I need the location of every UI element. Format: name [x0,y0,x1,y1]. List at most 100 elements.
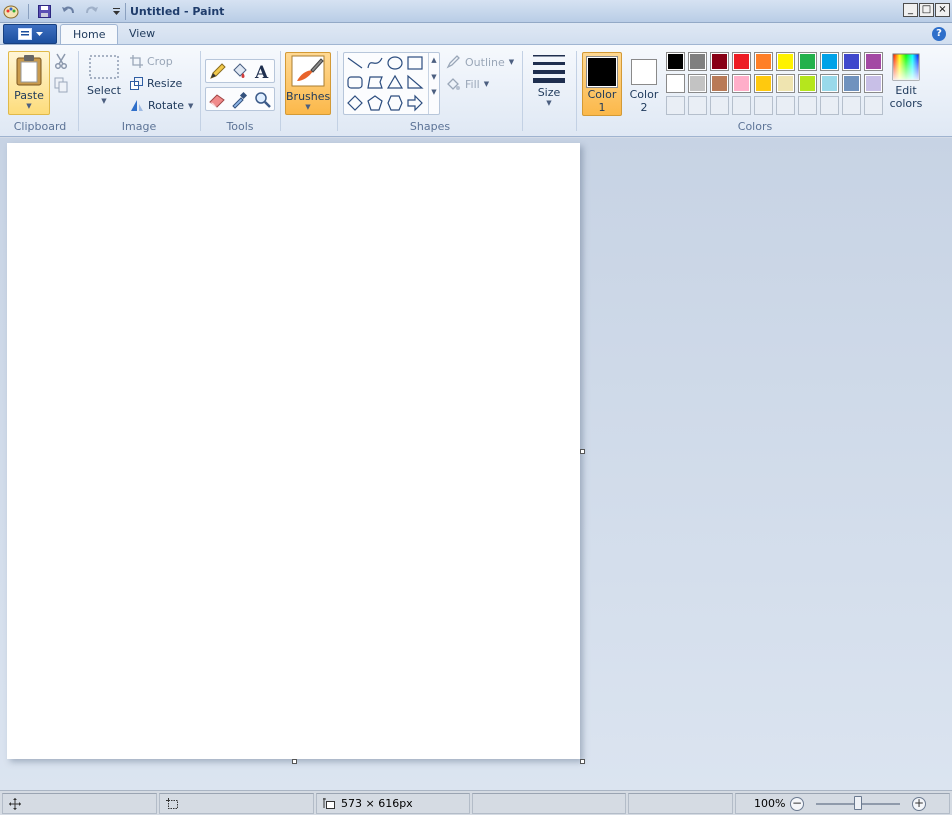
palette-swatch-fill [756,76,771,91]
chevron-down-icon [35,31,43,36]
palette-swatch[interactable] [776,52,795,71]
resize-button[interactable]: Resize [130,77,182,90]
redo-button[interactable] [83,3,101,20]
canvas-resize-handle-corner[interactable] [580,759,585,764]
palette-swatch[interactable] [666,52,685,71]
rotate-button[interactable]: Rotate ▼ [130,99,193,112]
pencil-icon[interactable] [208,62,227,81]
save-button[interactable] [35,3,53,20]
close-button[interactable]: × [935,3,950,17]
palette-swatch[interactable] [710,52,729,71]
custom-color-slot[interactable] [798,96,817,115]
paste-button[interactable]: Paste ▼ [8,51,50,115]
color2-button[interactable]: Color 2 [624,52,664,116]
tools-group: A Tools [202,47,278,135]
size-button[interactable]: Size ▼ [528,53,570,115]
palette-swatch[interactable] [776,74,795,93]
group-separator [522,51,523,131]
select-button[interactable]: Select ▼ [84,53,124,115]
expand-gallery-icon[interactable]: ▼ [429,88,439,96]
curve-shape-icon [367,57,383,69]
rectangle-shape-icon [407,56,423,70]
zoom-slider-thumb[interactable] [854,796,862,810]
cursor-position-cell [2,793,157,814]
custom-color-slot[interactable] [864,96,883,115]
color-picker-icon[interactable] [230,90,249,109]
palette-swatch-fill [800,76,815,91]
palette-swatch[interactable] [820,74,839,93]
group-separator [280,51,281,131]
palette-swatch[interactable] [688,74,707,93]
rotate-label: Rotate [148,99,185,112]
color2-number: 2 [640,101,648,114]
canvas-resize-handle-bottom[interactable] [292,759,297,764]
paint-menu-button[interactable] [3,24,57,44]
line-shape-icon [347,57,363,69]
cut-icon[interactable] [54,53,68,69]
color1-button[interactable]: Color 1 [582,52,622,116]
palette-swatch[interactable] [798,52,817,71]
scroll-down-icon[interactable]: ▼ [429,73,439,81]
palette-swatch[interactable] [710,74,729,93]
palette-swatch[interactable] [754,74,773,93]
zoom-in-button[interactable]: + [912,797,926,811]
palette-swatch-fill [690,76,705,91]
tab-home[interactable]: Home [60,24,119,45]
minimize-button[interactable]: _ [903,3,918,17]
color1-swatch [586,56,618,88]
undo-button[interactable] [59,3,77,20]
palette-swatch[interactable] [666,74,685,93]
palette-swatch[interactable] [732,52,751,71]
paint-app-icon[interactable] [3,3,20,19]
edit-colors-button[interactable]: Edit colors [884,53,928,115]
maximize-button[interactable]: □ [919,3,934,17]
drawing-canvas[interactable] [7,143,580,759]
custom-color-slot[interactable] [754,96,773,115]
magnifier-icon[interactable] [253,90,272,109]
palette-swatch[interactable] [732,74,751,93]
palette-swatch[interactable] [820,52,839,71]
canvas-size-cell: 573 × 616px [316,793,470,814]
size-group: Size ▼ [526,47,572,135]
help-icon[interactable]: ? [932,27,946,41]
copy-icon[interactable] [54,77,68,93]
custom-color-slot[interactable] [776,96,795,115]
hexagon-shape-icon [387,95,403,111]
fill-button[interactable]: Fill ▼ [446,77,489,91]
diamond-shape-icon [347,95,363,111]
text-tool-icon[interactable]: A [253,62,272,81]
palette-swatch-fill [734,54,749,69]
outline-dropdown-icon: ▼ [508,58,515,66]
crop-button[interactable]: Crop [130,55,173,68]
custom-color-slot[interactable] [842,96,861,115]
polygon-shape-icon [367,76,383,89]
tab-view[interactable]: View [117,24,167,45]
zoom-out-button[interactable]: − [790,797,804,811]
fill-bucket-icon[interactable] [230,62,249,81]
tools-group-label: Tools [226,120,254,133]
eraser-icon[interactable] [208,90,227,109]
palette-swatch-fill [778,54,793,69]
canvas-workspace[interactable] [0,138,952,790]
palette-swatch[interactable] [864,74,883,93]
palette-swatch[interactable] [798,74,817,93]
palette-swatch[interactable] [754,52,773,71]
palette-swatch[interactable] [842,52,861,71]
status-bar: 573 × 616px 100% − + [0,790,952,815]
shapes-scrollbar[interactable]: ▲ ▼ ▼ [428,53,439,114]
custom-color-slot[interactable] [710,96,729,115]
custom-color-slot[interactable] [688,96,707,115]
qat-separator [28,4,29,19]
custom-color-slot[interactable] [820,96,839,115]
customize-qat-button[interactable] [107,3,125,20]
custom-color-slot[interactable] [666,96,685,115]
scroll-up-icon[interactable]: ▲ [429,56,439,64]
palette-swatch[interactable] [842,74,861,93]
palette-swatch[interactable] [688,52,707,71]
custom-color-slot[interactable] [732,96,751,115]
canvas-resize-handle-right[interactable] [580,449,585,454]
brushes-button[interactable]: Brushes ▼ [285,52,331,115]
palette-swatch[interactable] [864,52,883,71]
color1-fill [588,58,616,86]
outline-button[interactable]: Outline ▼ [446,55,514,69]
